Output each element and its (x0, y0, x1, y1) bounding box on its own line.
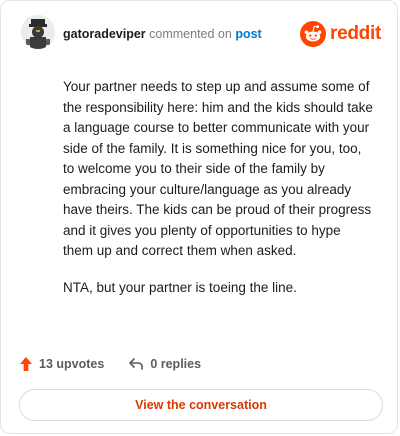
view-conversation-button[interactable]: View the conversation (19, 389, 383, 421)
reddit-snoo-icon (300, 21, 327, 47)
upvote-arrow-icon (20, 357, 32, 371)
comment-paragraph: NTA, but your partner is toeing the line… (63, 279, 297, 295)
comment-stats: 13 upvotes 0 replies (19, 354, 225, 374)
embed-card: gatoradeviper commented on post reddit Y… (0, 0, 398, 434)
replies-count: 0 replies (150, 357, 202, 371)
avatar[interactable] (21, 15, 55, 49)
comment-body: Your partner needs to step up and assume… (63, 77, 373, 314)
upvotes-count: 13 upvotes (39, 357, 105, 371)
post-link[interactable]: post (235, 27, 261, 41)
replies-stat[interactable]: 0 replies (128, 357, 201, 371)
username-link[interactable]: gatoradeviper (63, 27, 146, 41)
reply-arrow-icon (129, 358, 144, 370)
comment-meta: gatoradeviper commented on post (63, 27, 262, 41)
action-text: commented on (149, 27, 232, 41)
reddit-wordmark: reddit (330, 23, 381, 44)
reddit-logo[interactable]: reddit (300, 21, 381, 47)
comment-header: gatoradeviper commented on post reddit (21, 15, 381, 51)
avatar-icon (21, 15, 55, 49)
comment-paragraph: Your partner needs to step up and assume… (63, 79, 373, 258)
upvotes-stat[interactable]: 13 upvotes (19, 356, 104, 372)
